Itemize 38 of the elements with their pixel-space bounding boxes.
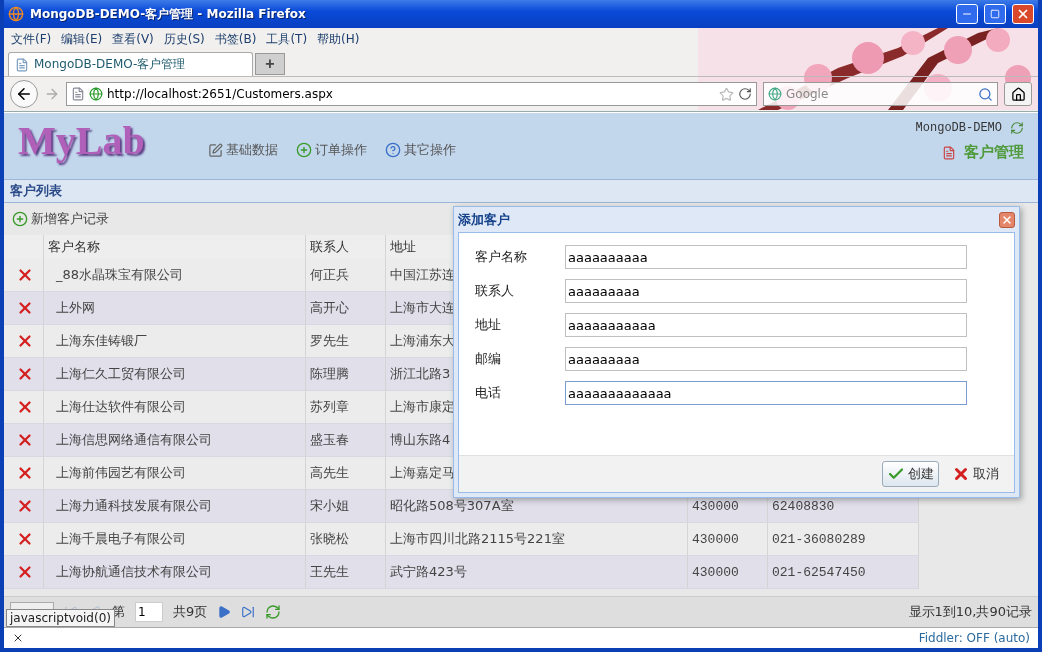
section-title: 客户列表 xyxy=(4,180,1038,203)
record-info: 显示1到10,共90记录 xyxy=(908,603,1032,621)
table-cell: 上海前伟园艺有限公司 xyxy=(44,457,306,490)
dialog-title: 添加客户 xyxy=(458,210,510,229)
table-cell: 上海仁久工贸有限公司 xyxy=(44,358,306,391)
table-cell: 何正兵 xyxy=(306,259,386,292)
site-name: MongoDB-DEMO xyxy=(915,121,1002,135)
table-cell: 苏列章 xyxy=(306,391,386,424)
table-cell: 上海力通科技发展有限公司 xyxy=(44,490,306,523)
window-title: MongoDB-DEMO-客户管理 - Mozilla Firefox xyxy=(30,5,307,23)
table-cell: 430000 xyxy=(688,523,768,556)
table-cell: 430000 xyxy=(688,556,768,589)
table-cell: 021-36080289 xyxy=(768,523,919,556)
page-title: 客户管理 xyxy=(964,143,1024,162)
table-cell: 王先生 xyxy=(306,556,386,589)
column-header: 联系人 xyxy=(306,235,386,259)
table-cell: 上海市四川北路2115号221室 xyxy=(386,523,688,556)
page-total: 共9页 xyxy=(173,603,208,621)
table-cell: 高先生 xyxy=(306,457,386,490)
table-cell: 罗先生 xyxy=(306,325,386,358)
table-cell: 上海协航通信技术有限公司 xyxy=(44,556,306,589)
logo: MyLab xyxy=(18,117,146,164)
table-cell: 张晓松 xyxy=(306,523,386,556)
table-cell: _88水晶珠宝有限公司 xyxy=(44,259,306,292)
table-cell: 上海东佳铸锻厂 xyxy=(44,325,306,358)
table-cell: 宋小姐 xyxy=(306,490,386,523)
table-cell: 上海仕达软件有限公司 xyxy=(44,391,306,424)
link-tooltip: javascriptvoid(0) xyxy=(6,609,115,627)
table-cell: 上海信思网络通信有限公司 xyxy=(44,424,306,457)
table-cell: 上外网 xyxy=(44,292,306,325)
table-cell: 盛玉春 xyxy=(306,424,386,457)
table-cell: 上海千晨电子有限公司 xyxy=(44,523,306,556)
table-cell: 武宁路423号 xyxy=(386,556,688,589)
table-cell: 021-62547450 xyxy=(768,556,919,589)
table-cell: 陈理腾 xyxy=(306,358,386,391)
fiddler-status: Fiddler: OFF (auto) xyxy=(918,631,1030,645)
column-header: 客户名称 xyxy=(44,235,306,259)
table-cell: 高开心 xyxy=(306,292,386,325)
